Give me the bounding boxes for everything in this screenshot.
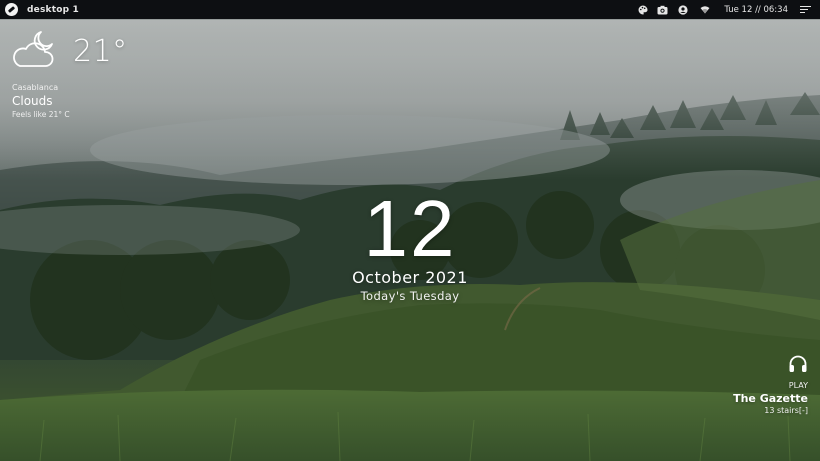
cloud-moon-icon xyxy=(12,28,58,70)
music-widget: PLAY The Gazette 13 stairs[-] xyxy=(733,354,808,415)
camera-icon[interactable] xyxy=(657,4,668,15)
temperature: 21° xyxy=(73,34,128,69)
palette-icon[interactable] xyxy=(637,4,648,15)
workspace-label[interactable]: desktop 1 xyxy=(27,5,79,15)
headphones-icon[interactable] xyxy=(788,354,808,374)
track-title: The Gazette xyxy=(733,392,808,405)
day-number: 12 xyxy=(363,184,457,273)
date-widget: 12 October 2021 Today's Tuesday xyxy=(310,184,510,304)
clock[interactable]: Tue 12 // 06:34 xyxy=(724,5,788,15)
wifi-icon[interactable] xyxy=(699,4,710,15)
weather-condition: Clouds xyxy=(12,94,53,108)
launcher-icon[interactable] xyxy=(5,3,18,16)
track-artist: 13 stairs[-] xyxy=(764,406,808,415)
top-bar: desktop 1 Tue 12 // 06:34 xyxy=(0,0,820,19)
month-year: October 2021 xyxy=(352,268,468,287)
feels-like: Feels like 21° C xyxy=(12,110,70,119)
menu-icon[interactable] xyxy=(800,5,812,15)
weather-city: Casablanca xyxy=(12,83,59,92)
system-tray: Tue 12 // 06:34 xyxy=(628,0,820,19)
weekday-text: Today's Tuesday xyxy=(360,289,460,303)
play-button[interactable]: PLAY xyxy=(733,381,808,390)
user-icon[interactable] xyxy=(677,4,688,15)
weather-widget: 21° Casablanca Clouds Feels like 21° C xyxy=(12,28,128,119)
